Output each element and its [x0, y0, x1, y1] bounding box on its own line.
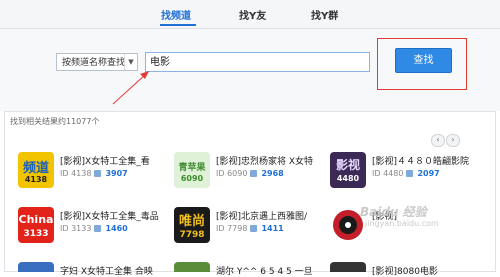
channel-name[interactable]: [影视]北京遇上西雅图/	[216, 209, 331, 222]
id-label: ID	[60, 169, 69, 178]
channel-card[interactable]: China 3133 [影视]X女特工全集_毒品 ID 3133 1460	[18, 207, 173, 257]
user-icon	[94, 170, 102, 177]
channel-thumbnail: 青苹果 6090	[174, 152, 210, 188]
search-button[interactable]: 查找	[395, 48, 452, 73]
tab-find-friend[interactable]: 找Y友	[239, 7, 266, 22]
channel-thumbnail: 影视 4480	[330, 152, 366, 188]
thumb-sub: 3133	[23, 229, 49, 239]
user-icon	[406, 170, 414, 177]
channel-id: 4480	[383, 169, 404, 178]
thumb-sub: 6090	[180, 174, 204, 183]
tab-bar: 找频道 找Y友 找Y群	[0, 0, 500, 29]
user-icon	[250, 170, 258, 177]
channel-name[interactable]: [影视]X女特工全集_看	[60, 154, 175, 167]
channel-meta: ID 4480 2097	[372, 169, 440, 178]
channel-id: 4138	[71, 169, 92, 178]
search-mode-select[interactable]: 按频道名称查找 ▼	[56, 53, 138, 71]
thumb-sub: 4480	[336, 174, 360, 183]
online-count: 1411	[261, 224, 284, 233]
channel-thumbnail: 频道 4138	[18, 152, 54, 188]
channel-meta: ID 4138 3907	[60, 169, 128, 178]
channel-name[interactable]: 字妇 X女特工全集 合映	[60, 264, 153, 277]
user-icon	[250, 225, 258, 232]
tab-find-channel[interactable]: 找频道	[161, 7, 191, 22]
chevron-down-icon[interactable]: ▼	[124, 54, 137, 70]
online-count: 2968	[261, 169, 284, 178]
thumb-label: 唯尚	[178, 214, 205, 229]
id-label: ID	[372, 169, 381, 178]
pager-next-button[interactable]: ›	[446, 134, 460, 147]
id-label: ID	[216, 169, 225, 178]
channel-meta: ID 3133 1460	[60, 224, 128, 233]
channel-name[interactable]: [影视]４４８０皓翩影院	[372, 154, 487, 167]
thumb-sub: 4138	[24, 175, 48, 184]
search-input[interactable]: 电影	[145, 52, 370, 72]
thumb-label: 青苹果	[178, 163, 206, 173]
channel-card[interactable]: 唯尚 7798 [影视]北京遇上西雅图/ ID 7798 1411	[174, 207, 329, 257]
pager-prev-button[interactable]: ‹	[431, 134, 445, 147]
channel-name[interactable]: 湖尔 Y^^ 6 5 4 5 一旦	[216, 264, 313, 277]
thumb-label: China	[18, 213, 54, 226]
channel-name[interactable]: [影视]8080电影	[372, 264, 438, 277]
online-count: 2097	[417, 169, 440, 178]
results-summary: 找到相关结果约11077个	[10, 117, 100, 126]
channel-meta: ID 6090 2968	[216, 169, 284, 178]
search-mode-value: 按频道名称查找	[62, 58, 126, 68]
channel-thumbnail: 唯尚 7798	[174, 207, 210, 243]
channel-card[interactable]: 青苹果 6090 [影视]忠烈杨家将 X女特 ID 6090 2968	[174, 152, 329, 202]
channel-card[interactable]: 影视 4480 [影视]４４８０皓翩影院 ID 4480 2097	[330, 152, 485, 202]
channel-thumbnail	[18, 262, 54, 272]
watermark-url: jingyan.baidu.com	[365, 219, 439, 228]
user-icon	[94, 225, 102, 232]
thumb-sub: 7798	[179, 230, 205, 240]
online-count: 3907	[105, 169, 128, 178]
channel-id: 3133	[71, 224, 92, 233]
watermark-brand: Baidu 经验	[360, 205, 427, 219]
online-count: 1460	[105, 224, 128, 233]
thumb-label: 频道	[22, 161, 49, 176]
channel-name[interactable]: [影视]忠烈杨家将 X女特	[216, 154, 331, 167]
channel-card[interactable]: 频道 4138 [影视]X女特工全集_看 ID 4138 3907	[18, 152, 173, 202]
channel-thumbnail: China 3133	[18, 207, 54, 243]
channel-thumbnail	[330, 262, 366, 272]
active-tab-underline	[160, 24, 196, 26]
thumb-label: 影视	[335, 158, 360, 172]
tab-find-group[interactable]: 找Y群	[311, 7, 338, 22]
channel-thumbnail	[174, 262, 210, 272]
channel-id: 7798	[227, 224, 248, 233]
channel-id: 6090	[227, 169, 248, 178]
id-label: ID	[60, 224, 69, 233]
channel-name[interactable]: [影视]X女特工全集_毒品	[60, 209, 175, 222]
id-label: ID	[216, 224, 225, 233]
channel-meta: ID 7798 1411	[216, 224, 284, 233]
